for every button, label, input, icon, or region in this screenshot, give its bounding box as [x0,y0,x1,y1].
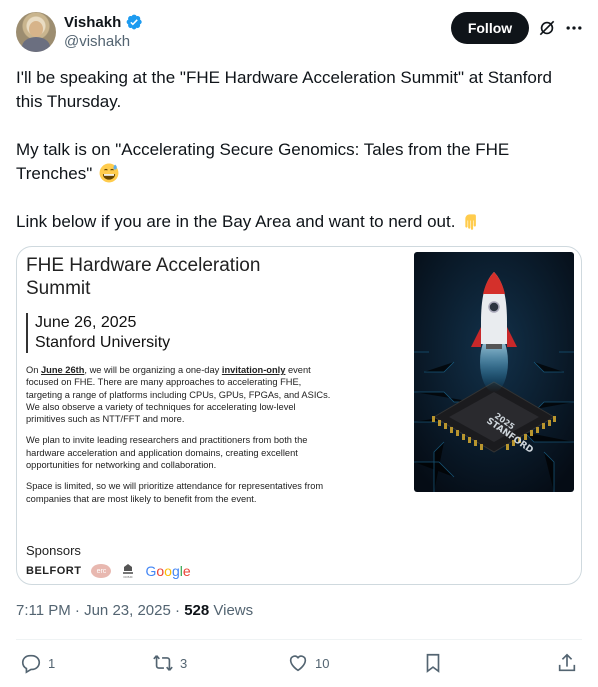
reply-button[interactable]: 1 [20,652,55,674]
flyer-para1-mid: , we will be organizing a one-day [84,365,222,375]
flyer-date-box: June 26, 2025 Stanford University [26,313,170,353]
belfort-logo: BELFORT [26,565,82,577]
flyer-para1-bold: invitation-only [221,365,286,375]
google-logo: Google [145,563,191,579]
flyer-title: FHE Hardware Acceleration Summit [26,255,261,299]
avatar-face [29,21,43,37]
tweet-paragraph-2: My talk is on "Accelerating Secure Genom… [16,138,582,186]
grok-icon[interactable] [537,18,557,38]
avatar-body [22,37,50,52]
views-count: 528 [184,602,210,619]
flyer-location: Stanford University [35,334,171,351]
repost-icon [153,655,173,671]
meta-separator-1: · [74,602,85,619]
divider [16,639,582,640]
views-label: Views [213,602,254,619]
reply-icon [21,654,41,674]
flyer-body: On June 26th, we will be organizing a on… [26,364,331,514]
like-button[interactable]: 10 [287,652,329,674]
tweet-meta: 7:11 PM · Jun 23, 2025 · 528 Views [16,602,253,619]
meta-separator-2: · [175,602,185,619]
tweet-actions: 1 3 10 [16,652,582,676]
tweet-header: Vishakh @vishakh Follow [16,12,582,54]
tweet-time[interactable]: 7:11 PM [16,602,71,619]
heart-icon [289,655,307,672]
avatar[interactable] [16,12,56,52]
pointing-down-emoji-icon [465,214,477,230]
author-name[interactable]: Vishakh [64,14,121,31]
author-name-row: Vishakh [64,13,143,31]
flyer-paragraph-3: Space is limited, so we will prioritize … [26,481,324,504]
repost-count: 3 [180,655,188,671]
erc-logo: erc [91,564,112,578]
cosic-logo-icon: COSIC [123,564,134,579]
rocket-chip-illustration: STANFORD 2025 [414,252,574,492]
grinning-sweat-emoji-icon [99,163,119,183]
tweet-paragraph-1: I'll be speaking at the "FHE Hardware Ac… [16,68,552,111]
tweet-paragraph-3-text: Link below if you are in the Bay Area an… [16,212,456,231]
flyer-paragraph-2: We plan to invite leading researchers an… [26,435,308,471]
more-options-icon[interactable] [564,18,584,38]
share-icon [558,653,576,672]
like-count: 10 [315,655,330,671]
repost-button[interactable]: 3 [152,652,187,674]
tweet-paragraph-3: Link below if you are in the Bay Area an… [16,210,582,234]
tweet-paragraph-2-text: My talk is on "Accelerating Secure Genom… [16,140,510,183]
verified-badge-icon [126,14,142,30]
sponsors-label: Sponsors [26,543,81,558]
reply-count: 1 [48,655,56,671]
share-button[interactable] [556,652,578,674]
link-card-image[interactable]: FHE Hardware Acceleration Summit June 26… [16,246,582,585]
flyer-para1-prefix: On [26,365,41,375]
author-handle[interactable]: @vishakh [64,33,130,50]
flyer-para1-date: June 26th [41,365,85,375]
svg-text:COSIC: COSIC [124,575,133,579]
tweet-date[interactable]: Jun 23, 2025 [84,602,171,619]
flyer-paragraph-1: On June 26th, we will be organizing a on… [26,364,331,425]
bookmark-icon [426,653,440,673]
follow-button[interactable]: Follow [451,12,529,44]
tweet-text: I'll be speaking at the "FHE Hardware Ac… [16,66,582,234]
flyer-date: June 26, 2025 [35,314,137,331]
sponsor-logos: BELFORT erc COSIC Google [26,563,191,579]
bookmark-button[interactable] [422,652,444,674]
